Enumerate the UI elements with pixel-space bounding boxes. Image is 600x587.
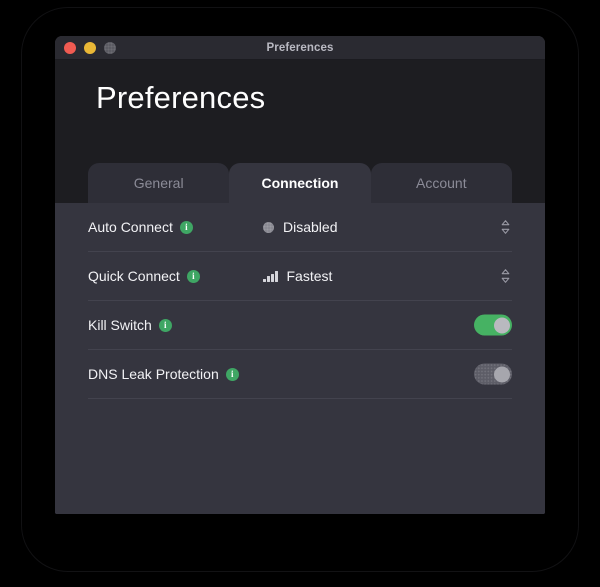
page-header: Preferences <box>55 60 545 163</box>
dns-leak-protection-toggle[interactable] <box>474 363 512 385</box>
setting-label-kill-switch: Kill Switch i <box>88 317 172 333</box>
tab-connection[interactable]: Connection <box>229 163 371 203</box>
kill-switch-label: Kill Switch <box>88 317 152 333</box>
window-controls <box>55 41 116 54</box>
setting-row-kill-switch: Kill Switch i <box>88 301 512 350</box>
maximize-button-icon[interactable] <box>104 41 116 54</box>
setting-label-dns-leak-protection: DNS Leak Protection i <box>88 366 239 382</box>
toggle-knob <box>493 366 510 382</box>
info-icon[interactable]: i <box>225 367 239 381</box>
toggle-knob <box>493 317 510 333</box>
info-icon[interactable]: i <box>179 220 193 234</box>
window-title: Preferences <box>266 41 334 54</box>
status-dot-icon <box>263 221 274 233</box>
tab-connection-label: Connection <box>261 175 339 191</box>
tab-general[interactable]: General <box>88 163 230 203</box>
setting-row-dns-leak-protection: DNS Leak Protection i <box>88 350 512 399</box>
auto-connect-label: Auto Connect <box>88 219 173 235</box>
dns-leak-protection-label: DNS Leak Protection <box>88 366 219 382</box>
page-title: Preferences <box>96 80 266 115</box>
chevron-up-down-icon[interactable] <box>501 220 510 235</box>
tab-general-label: General <box>133 175 184 191</box>
quick-connect-value: Fastest <box>286 268 333 284</box>
info-icon[interactable]: i <box>158 318 172 332</box>
tab-account-label: Account <box>416 175 467 191</box>
settings-list: Auto Connect i Disabled Quick Connect i … <box>55 203 545 514</box>
kill-switch-toggle[interactable] <box>474 314 512 336</box>
setting-row-auto-connect: Auto Connect i Disabled <box>88 203 512 252</box>
close-button-icon[interactable] <box>64 41 76 54</box>
setting-label-auto-connect: Auto Connect i <box>88 219 193 235</box>
quick-connect-label: Quick Connect <box>88 268 180 284</box>
minimize-button-icon[interactable] <box>84 41 96 54</box>
info-icon[interactable]: i <box>186 269 200 283</box>
window-titlebar[interactable]: Preferences <box>55 36 545 60</box>
signal-bars-icon <box>263 270 278 282</box>
setting-row-quick-connect: Quick Connect i Fastest <box>88 252 512 301</box>
auto-connect-value: Disabled <box>283 219 338 235</box>
auto-connect-select[interactable]: Disabled <box>263 219 512 235</box>
quick-connect-select[interactable]: Fastest <box>263 268 512 284</box>
preferences-window: Preferences Preferences General Connecti… <box>55 36 545 514</box>
chevron-up-down-icon[interactable] <box>501 269 510 284</box>
tab-account[interactable]: Account <box>370 163 512 203</box>
screen-root: Preferences Preferences General Connecti… <box>0 0 600 587</box>
setting-label-quick-connect: Quick Connect i <box>88 268 200 284</box>
tab-bar: General Connection Account <box>55 163 545 203</box>
